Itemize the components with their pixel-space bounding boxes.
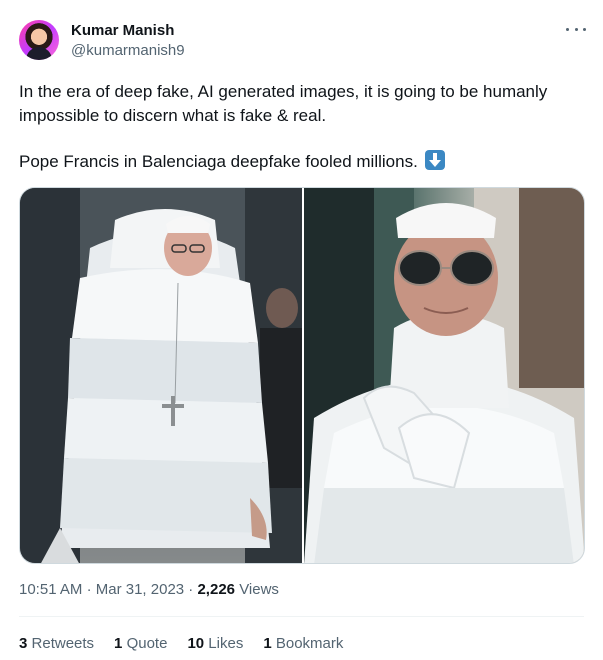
tweet-text-line2: Pope Francis in Balenciaga deepfake fool… (19, 152, 418, 171)
quotes-stat[interactable]: 1 Quote (114, 635, 167, 652)
engagement-stats: 3 Retweets 1 Quote 10 Likes 1 Bookmark (19, 635, 363, 652)
avatar[interactable] (19, 20, 59, 60)
views-label: Views (239, 581, 279, 598)
tweet-meta: 10:51 AM · Mar 31, 2023 · 2,226 Views (19, 581, 279, 598)
tweet-text: In the era of deep fake, AI generated im… (19, 80, 584, 174)
tweet-text-line1: In the era of deep fake, AI generated im… (19, 82, 548, 125)
meta-separator-1: · (86, 581, 92, 598)
pope-full-length-photo[interactable] (20, 188, 302, 563)
bookmarks-label: Bookmark (275, 635, 344, 652)
views-count: 2,226 (197, 581, 236, 598)
more-options-icon[interactable] (566, 22, 586, 36)
tweet-text-line2-wrapper: Pope Francis in Balenciaga deepfake fool… (19, 150, 584, 174)
bookmarks-count: 1 (263, 635, 272, 652)
quotes-label: Quote (126, 635, 168, 652)
tweet-time[interactable]: 10:51 AM (19, 581, 82, 598)
retweets-stat[interactable]: 3 Retweets (19, 635, 94, 652)
likes-label: Likes (208, 635, 244, 652)
pope-full-length-illustration (20, 188, 302, 563)
tweet: Kumar Manish @kumarmanish9 In the era of… (0, 0, 603, 660)
author-name[interactable]: Kumar Manish (71, 22, 174, 39)
likes-stat[interactable]: 10 Likes (187, 635, 243, 652)
author-handle[interactable]: @kumarmanish9 (71, 42, 185, 59)
tweet-date[interactable]: Mar 31, 2023 (96, 581, 184, 598)
divider (19, 616, 584, 617)
media-grid (19, 187, 585, 564)
likes-count: 10 (187, 635, 205, 652)
retweets-label: Retweets (31, 635, 95, 652)
pope-closeup-photo[interactable] (304, 188, 584, 563)
bookmarks-stat[interactable]: 1 Bookmark (263, 635, 343, 652)
down-arrow-icon (424, 150, 445, 170)
meta-separator-2: · (188, 581, 194, 598)
avatar-shoulders (26, 47, 52, 60)
quotes-count: 1 (114, 635, 123, 652)
retweets-count: 3 (19, 635, 28, 652)
pope-closeup-illustration (304, 188, 584, 563)
